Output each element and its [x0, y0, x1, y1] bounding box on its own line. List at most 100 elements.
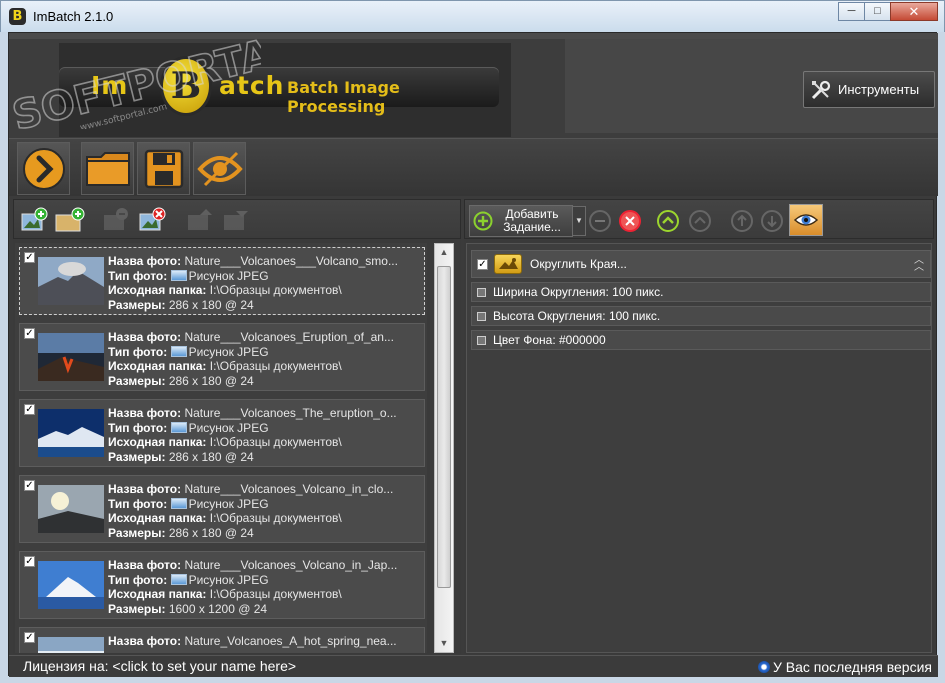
item-checkbox[interactable]: ✓	[24, 252, 35, 263]
collapse-chevron-icon[interactable]: ︿ ︿	[914, 256, 924, 273]
preview-button[interactable]	[193, 142, 246, 195]
minimize-button[interactable]: ─	[838, 2, 865, 21]
remove-task-button[interactable]	[589, 210, 611, 232]
property-text: Цвет Фона: #000000	[493, 333, 606, 347]
property-expand-icon	[477, 311, 486, 321]
license-link[interactable]: Лицензия на: <click to set your name her…	[23, 658, 296, 674]
item-checkbox[interactable]: ✓	[24, 632, 35, 643]
chevron-down-icon[interactable]: ▼	[572, 206, 586, 236]
image-size: 286 x 180 @ 24	[168, 297, 254, 312]
delete-task-button[interactable]	[619, 210, 641, 232]
task-property[interactable]: Высота Округления: 100 пикс.	[471, 306, 931, 326]
size-label: Размеры:	[108, 449, 166, 464]
clear-list-button[interactable]	[136, 205, 168, 235]
image-type: Рисунок JPEG	[188, 268, 269, 283]
save-button[interactable]	[137, 142, 190, 195]
item-checkbox[interactable]: ✓	[24, 404, 35, 415]
preview-task-button[interactable]	[789, 204, 823, 236]
image-thumbnail	[38, 485, 104, 533]
image-type: Рисунок JPEG	[188, 344, 269, 359]
run-button[interactable]	[17, 142, 70, 195]
name-label: Назва фото:	[108, 634, 182, 648]
run-arrow-icon	[22, 147, 65, 190]
image-list-scrollbar[interactable]: ▲ ▼	[434, 243, 454, 653]
logo-text-left: Im	[91, 71, 129, 100]
remove-icon	[104, 208, 128, 230]
add-image-button[interactable]	[18, 205, 50, 235]
folder-label: Исходная папка:	[108, 511, 207, 525]
move-down-button[interactable]	[220, 205, 252, 235]
task-checkbox[interactable]: ✓	[477, 258, 488, 270]
version-text: У Вас последняя версия	[772, 659, 932, 675]
image-folder: I:\Образцы документов\	[209, 435, 342, 449]
app-client-area: Im B atch Batch Image Processing SOFTPOR…	[7, 32, 938, 677]
expand-all-button[interactable]	[689, 210, 711, 232]
list-item[interactable]: ✓ Назва фото: Nature_Volcanoes_A_hot_spr…	[19, 627, 425, 653]
wrench-screwdriver-icon	[811, 80, 831, 99]
item-checkbox[interactable]: ✓	[24, 556, 35, 567]
image-type: Рисунок JPEG	[188, 496, 269, 511]
name-label: Назва фото:	[108, 482, 182, 496]
scrollbar-thumb[interactable]	[437, 266, 451, 588]
list-item[interactable]: ✓ Назва фото: Nature___Volcanoes___Volca…	[19, 247, 425, 315]
image-name: Nature___Volcanoes_Volcano_in_Jap...	[184, 558, 398, 572]
header-banner: Im B atch Batch Image Processing SOFTPOR…	[7, 33, 938, 138]
close-button[interactable]: ✕	[890, 2, 938, 21]
maximize-button[interactable]: □	[864, 2, 891, 21]
task-property[interactable]: Цвет Фона: #000000	[471, 330, 931, 350]
close-circle-icon	[625, 216, 635, 226]
image-list-pane: ✓ Назва фото: Nature___Volcanoes___Volca…	[13, 199, 461, 654]
move-task-up-button[interactable]	[731, 210, 753, 232]
eye-icon	[196, 151, 243, 186]
image-thumbnail	[38, 409, 104, 457]
property-expand-icon	[477, 335, 486, 345]
image-name: Nature_Volcanoes_A_hot_spring_nea...	[184, 634, 397, 648]
list-item[interactable]: ✓ Назва фото: Nature___Volcanoes_The_eru…	[19, 399, 425, 467]
image-folder: I:\Образцы документов\	[209, 587, 342, 601]
size-label: Размеры:	[108, 525, 166, 540]
add-task-button[interactable]: Добавить Задание... ▼	[469, 205, 586, 237]
image-name: Nature___Volcanoes_The_eruption_o...	[184, 406, 397, 420]
image-thumbnail	[38, 561, 104, 609]
image-list[interactable]: ✓ Назва фото: Nature___Volcanoes___Volca…	[15, 243, 427, 653]
version-status[interactable]: У Вас последняя версия	[757, 659, 932, 675]
image-thumbnail	[38, 637, 104, 653]
image-name: Nature___Volcanoes_Eruption_of_an...	[184, 330, 394, 344]
add-folder-button[interactable]	[54, 205, 86, 235]
logo-pill: Im B atch Batch Image Processing	[59, 59, 499, 116]
list-item[interactable]: ✓ Назва фото: Nature___Volcanoes_Volcano…	[19, 475, 425, 543]
list-item[interactable]: ✓ Назва фото: Nature___Volcanoes_Eruptio…	[19, 323, 425, 391]
minus-circle-icon	[595, 220, 605, 222]
item-checkbox[interactable]: ✓	[24, 328, 35, 339]
image-size: 286 x 180 @ 24	[168, 449, 254, 464]
move-task-down-button[interactable]	[761, 210, 783, 232]
scroll-up-arrow-icon[interactable]: ▲	[435, 244, 453, 261]
tools-button[interactable]: Инструменты	[803, 71, 935, 108]
scroll-down-arrow-icon[interactable]: ▼	[435, 635, 453, 652]
image-thumbnail	[38, 257, 104, 305]
size-label: Размеры:	[108, 601, 166, 616]
type-label: Тип фото:	[108, 420, 168, 435]
task-list: ✓ Округлить Края... ︿ ︿ Ширина Округления…	[466, 243, 932, 653]
name-label: Назва фото:	[108, 558, 182, 572]
open-folder-button[interactable]	[81, 142, 134, 195]
folder-label: Исходная папка:	[108, 283, 207, 297]
name-label: Назва фото:	[108, 254, 182, 268]
type-label: Тип фото:	[108, 572, 168, 587]
status-bar: Лицензия на: <click to set your name her…	[9, 655, 938, 677]
item-checkbox[interactable]: ✓	[24, 480, 35, 491]
task-property[interactable]: Ширина Округления: 100 пикс.	[471, 282, 931, 302]
main-toolbar	[9, 138, 938, 196]
task-header[interactable]: ✓ Округлить Края... ︿ ︿	[471, 250, 931, 278]
collapse-all-button[interactable]	[657, 210, 679, 232]
move-up-button[interactable]	[184, 205, 216, 235]
task-toolbar: Добавить Задание... ▼	[464, 199, 934, 239]
round-corners-task-icon	[494, 254, 522, 274]
image-size: 286 x 180 @ 24	[168, 373, 254, 388]
remove-image-button[interactable]	[100, 205, 132, 235]
size-label: Размеры:	[108, 297, 166, 312]
image-folder: I:\Образцы документов\	[209, 283, 342, 297]
image-name: Nature___Volcanoes_Volcano_in_clo...	[184, 482, 394, 496]
add-image-icon	[21, 207, 48, 231]
list-item[interactable]: ✓ Назва фото: Nature___Volcanoes_Volcano…	[19, 551, 425, 619]
